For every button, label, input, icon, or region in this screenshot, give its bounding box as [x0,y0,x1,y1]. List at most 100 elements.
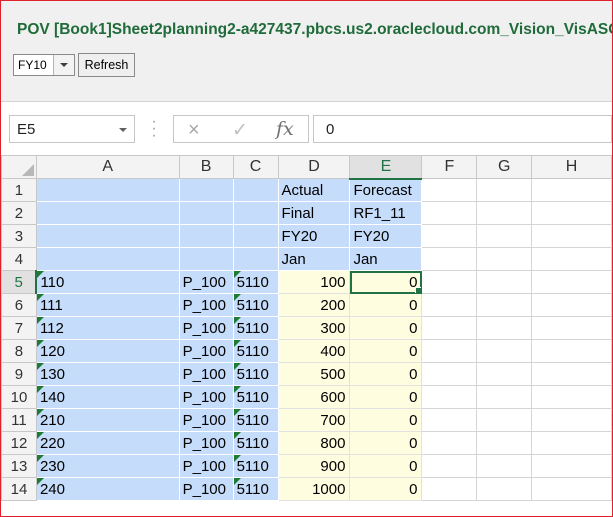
cell-h1[interactable] [531,178,612,202]
cell-f10[interactable] [421,385,478,409]
cell-f5[interactable] [421,270,478,294]
insert-function-icon[interactable]: fx [276,118,294,140]
name-box[interactable]: E5 [9,115,135,143]
cell-f1[interactable] [421,178,478,202]
drag-handle-icon[interactable]: · · · [151,114,157,144]
cell-c5[interactable]: 5110 [232,270,279,294]
cell-f13[interactable] [421,454,478,478]
cell-g4[interactable] [476,247,533,271]
cell-g3[interactable] [476,224,533,248]
column-header-f[interactable]: F [421,155,478,179]
row-header[interactable]: 11 [1,408,37,432]
cell-a12[interactable]: 220 [35,431,180,455]
cell-b3[interactable] [178,224,234,248]
row-header[interactable]: 5 [1,270,38,294]
column-header-d[interactable]: D [277,155,351,179]
column-header-b[interactable]: B [178,155,234,179]
row-header[interactable]: 1 [1,178,37,202]
cell-d8[interactable]: 400 [277,339,351,363]
cell-e6[interactable]: 0 [349,293,423,317]
cell-c13[interactable]: 5110 [232,454,279,478]
column-header-g[interactable]: G [476,155,533,179]
cell-e10[interactable]: 0 [349,385,423,409]
cell-b13[interactable]: P_100 [178,454,234,478]
cell-b2[interactable] [178,201,234,225]
row-header[interactable]: 8 [1,339,37,363]
cell-f6[interactable] [421,293,478,317]
cell-g13[interactable] [476,454,533,478]
cell-d11[interactable]: 700 [277,408,351,432]
cell-h14[interactable] [531,477,612,501]
cell-d7[interactable]: 300 [277,316,351,340]
cell-c6[interactable]: 5110 [232,293,279,317]
cell-h7[interactable] [531,316,612,340]
cell-d1[interactable]: Actual [277,178,351,202]
cell-d4[interactable]: Jan [277,247,351,271]
cell-e12[interactable]: 0 [349,431,423,455]
cell-f14[interactable] [421,477,478,501]
cell-f3[interactable] [421,224,478,248]
cell-h12[interactable] [531,431,612,455]
cell-b9[interactable]: P_100 [178,362,234,386]
cell-b12[interactable]: P_100 [178,431,234,455]
cell-a5[interactable]: 110 [35,270,180,294]
cell-c10[interactable]: 5110 [232,385,279,409]
cell-h4[interactable] [531,247,612,271]
cell-b10[interactable]: P_100 [178,385,234,409]
cell-a11[interactable]: 210 [35,408,180,432]
cell-a4[interactable] [35,247,180,271]
cell-f2[interactable] [421,201,478,225]
cell-h6[interactable] [531,293,612,317]
cell-d6[interactable]: 200 [277,293,351,317]
column-header-h[interactable]: H [531,155,612,179]
cell-f11[interactable] [421,408,478,432]
cell-c1[interactable] [232,178,279,202]
row-header[interactable]: 14 [1,477,37,501]
cell-c9[interactable]: 5110 [232,362,279,386]
chevron-down-icon[interactable] [53,55,74,75]
row-header[interactable]: 2 [1,201,37,225]
cell-b14[interactable]: P_100 [178,477,234,501]
row-header[interactable]: 7 [1,316,37,340]
cell-c3[interactable] [232,224,279,248]
cell-g5[interactable] [476,270,533,294]
cell-e4[interactable]: Jan [349,247,423,271]
cell-e7[interactable]: 0 [349,316,423,340]
cell-a1[interactable] [35,178,180,202]
cell-a2[interactable] [35,201,180,225]
cell-f7[interactable] [421,316,478,340]
cell-g1[interactable] [476,178,533,202]
row-header[interactable]: 13 [1,454,37,478]
row-header[interactable]: 12 [1,431,37,455]
row-header[interactable]: 9 [1,362,37,386]
cell-a13[interactable]: 230 [35,454,180,478]
row-header[interactable]: 3 [1,224,37,248]
cell-d5[interactable]: 100 [277,270,351,294]
row-header[interactable]: 10 [1,385,37,409]
cell-a8[interactable]: 120 [35,339,180,363]
cell-g14[interactable] [476,477,533,501]
select-all-corner[interactable] [1,155,37,179]
cell-d14[interactable]: 1000 [277,477,351,501]
cell-e11[interactable]: 0 [349,408,423,432]
cell-a7[interactable]: 112 [35,316,180,340]
cell-e8[interactable]: 0 [349,339,423,363]
cancel-icon[interactable]: × [188,119,200,142]
cell-g7[interactable] [476,316,533,340]
cell-b4[interactable] [178,247,234,271]
cell-b8[interactable]: P_100 [178,339,234,363]
cell-d9[interactable]: 500 [277,362,351,386]
cell-f12[interactable] [421,431,478,455]
enter-icon[interactable]: ✓ [232,119,248,142]
cell-d3[interactable]: FY20 [277,224,351,248]
cell-h11[interactable] [531,408,612,432]
cell-h10[interactable] [531,385,612,409]
row-header[interactable]: 4 [1,247,37,271]
cell-h5[interactable] [531,270,612,294]
cell-d13[interactable]: 900 [277,454,351,478]
cell-g9[interactable] [476,362,533,386]
pov-dimension-dropdown[interactable]: FY10 [13,54,75,76]
cell-d12[interactable]: 800 [277,431,351,455]
cell-c12[interactable]: 5110 [232,431,279,455]
cell-h2[interactable] [531,201,612,225]
